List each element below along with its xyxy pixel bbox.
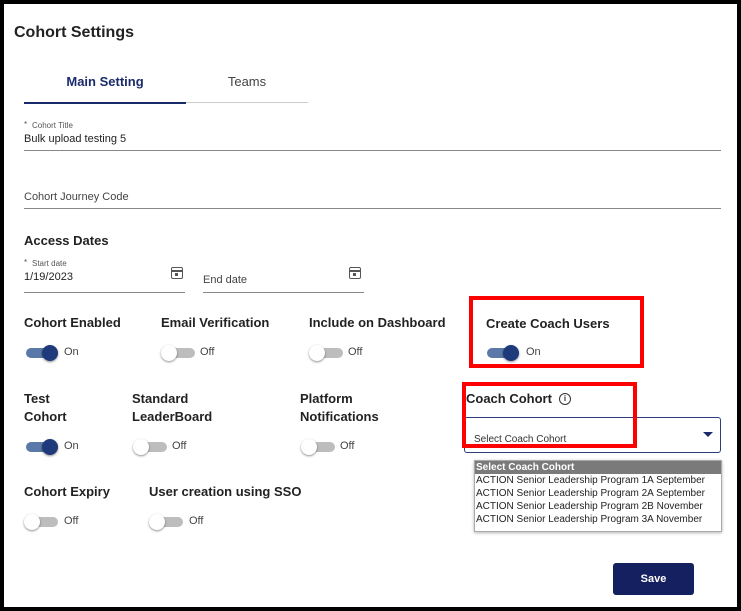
end-date-placeholder: End date	[203, 274, 248, 286]
email-verification-label: Email Verification	[161, 315, 270, 330]
test-cohort-state: On	[64, 440, 79, 452]
cohort-expiry-state: Off	[64, 515, 79, 527]
test-cohort-toggle[interactable]	[26, 439, 58, 455]
required-mark: *	[24, 258, 28, 267]
calendar-icon[interactable]	[349, 267, 361, 279]
dropdown-option[interactable]: ACTION Senior Leadership Program 3A Nove…	[475, 513, 721, 526]
dropdown-option[interactable]: ACTION Senior Leadership Program 1A Sept…	[475, 474, 721, 487]
test-cohort-label-line1: Test	[24, 391, 50, 406]
save-button[interactable]: Save	[613, 563, 694, 595]
cohort-enabled-state: On	[64, 346, 79, 358]
start-date-label: Start date	[32, 259, 67, 268]
standard-leaderboard-label-line2: LeaderBoard	[132, 409, 213, 424]
cohort-title-label: Cohort Title	[32, 121, 73, 130]
info-circle-icon[interactable]: i	[559, 393, 571, 405]
journey-code-placeholder: Cohort Journey Code	[24, 191, 129, 203]
standard-leaderboard-state: Off	[172, 440, 187, 452]
end-date-field[interactable]: End date	[203, 258, 364, 293]
create-coach-users-state: On	[526, 346, 541, 358]
cohort-expiry-toggle[interactable]	[24, 514, 58, 530]
create-coach-users-label: Create Coach Users	[486, 316, 610, 331]
page-title: Cohort Settings	[14, 24, 134, 41]
required-mark: *	[24, 120, 28, 129]
test-cohort-label-line2: Cohort	[24, 409, 67, 424]
standard-leaderboard-toggle[interactable]	[133, 439, 167, 455]
dropdown-option[interactable]: ACTION Senior Leadership Program 2B Nove…	[475, 500, 721, 513]
include-dashboard-state: Off	[348, 346, 363, 358]
sso-user-creation-label: User creation using SSO	[149, 484, 302, 499]
platform-notifications-toggle[interactable]	[301, 439, 335, 455]
access-dates-heading: Access Dates	[24, 233, 109, 248]
sso-user-creation-state: Off	[189, 515, 204, 527]
cohort-title-field[interactable]: * Cohort Title Bulk upload testing 5	[24, 120, 721, 151]
tab-teams[interactable]: Teams	[186, 74, 308, 103]
create-coach-users-toggle[interactable]	[487, 345, 519, 361]
sso-user-creation-toggle[interactable]	[149, 514, 183, 530]
include-dashboard-toggle[interactable]	[309, 345, 343, 361]
platform-notifications-state: Off	[340, 440, 355, 452]
cohort-settings-panel: Cohort Settings Main Setting Teams * Coh…	[4, 4, 737, 607]
dropdown-option[interactable]: ACTION Senior Leadership Program 2A Sept…	[475, 487, 721, 500]
start-date-value: 1/19/2023	[24, 271, 73, 283]
email-verification-toggle[interactable]	[161, 345, 195, 361]
email-verification-state: Off	[200, 346, 215, 358]
cohort-journey-code-field[interactable]: Cohort Journey Code	[24, 188, 721, 209]
cohort-enabled-label: Cohort Enabled	[24, 315, 121, 330]
standard-leaderboard-label-line1: Standard	[132, 391, 189, 406]
chevron-down-icon[interactable]	[703, 432, 713, 437]
coach-cohort-dropdown-list[interactable]: Select Coach Cohort ACTION Senior Leader…	[474, 460, 722, 532]
coach-cohort-label: Coach Cohort	[466, 391, 552, 406]
calendar-icon[interactable]	[171, 267, 183, 279]
include-dashboard-label: Include on Dashboard	[309, 315, 446, 330]
cohort-title-value: Bulk upload testing 5	[24, 133, 127, 145]
cohort-expiry-label: Cohort Expiry	[24, 484, 110, 499]
platform-notifications-label-line1: Platform	[300, 391, 353, 406]
start-date-field[interactable]: * Start date 1/19/2023	[24, 258, 185, 293]
cohort-enabled-toggle[interactable]	[26, 345, 58, 361]
dropdown-option[interactable]: Select Coach Cohort	[475, 461, 721, 474]
platform-notifications-label-line2: Notifications	[300, 409, 379, 424]
tab-main-setting[interactable]: Main Setting	[24, 74, 186, 104]
